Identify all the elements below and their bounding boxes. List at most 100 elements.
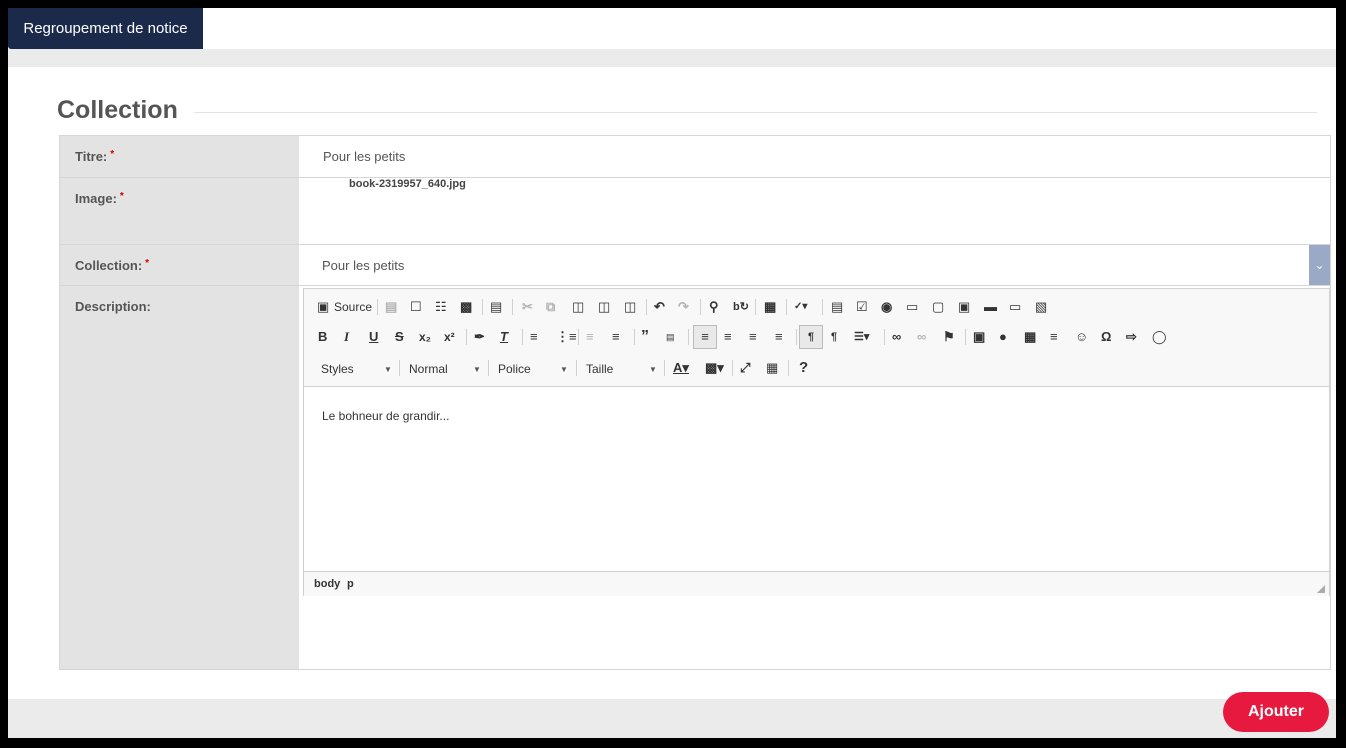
path-p[interactable]: p <box>347 578 354 590</box>
hr-icon[interactable]: ≡ <box>1050 329 1058 345</box>
toolbar-separator <box>488 360 489 376</box>
indent-icon[interactable]: ≡ <box>612 329 620 345</box>
editor-toolbar: ▣ Source ▤ ☐ ☷ ▩ ▤ ✂ ⧉ ◫ ◫ ◫ ↶ ↷ ⚲ b↻ ▦ … <box>304 289 1329 387</box>
resize-handle[interactable] <box>1317 585 1325 593</box>
text-color-icon[interactable]: A▾ <box>673 360 689 376</box>
toolbar-separator <box>688 329 689 345</box>
toolbar-separator <box>634 329 635 345</box>
flash-icon[interactable]: ● <box>999 329 1007 345</box>
smiley-icon[interactable]: ☺ <box>1075 329 1088 345</box>
language-icon[interactable]: ☰▾ <box>854 329 869 345</box>
toolbar-separator <box>786 299 787 315</box>
select-icon[interactable]: ▣ <box>958 299 970 315</box>
copy-icon[interactable]: ⧉ <box>546 299 555 315</box>
collection-form: Titre: * Pour les petits Image: * book-231… <box>59 135 1331 670</box>
preview-icon[interactable]: ☷ <box>435 299 447 315</box>
align-center-icon[interactable]: ≡ <box>724 329 732 345</box>
rtl-icon[interactable]: ¶ <box>831 329 837 345</box>
source-button[interactable]: Source <box>334 299 372 315</box>
replace-icon[interactable]: b↻ <box>733 299 749 315</box>
chevron-down-icon[interactable]: ▼ <box>649 365 657 374</box>
chevron-down-icon[interactable]: ⌄ <box>1309 245 1330 285</box>
titre-input[interactable]: Pour les petits <box>323 149 405 164</box>
justify-icon[interactable]: ≡ <box>775 329 783 345</box>
form-icon[interactable]: ▤ <box>831 299 843 315</box>
show-blocks-icon[interactable]: ▦ <box>766 360 778 376</box>
unlink-icon[interactable]: ∞ <box>917 329 926 345</box>
cut-icon[interactable]: ✂ <box>522 299 533 315</box>
new-page-icon[interactable]: ☐ <box>410 299 422 315</box>
collection-select[interactable]: Pour les petits <box>322 258 404 273</box>
italic-icon[interactable]: I <box>344 329 349 345</box>
bold-icon[interactable]: B <box>318 329 327 345</box>
toolbar-separator <box>664 360 665 376</box>
print-icon[interactable]: ▩ <box>460 299 472 315</box>
numbered-list-icon[interactable]: ≡ <box>530 329 538 345</box>
image-filename[interactable]: book-2319957_640.jpg <box>349 178 466 190</box>
iframe-icon[interactable]: ◯ <box>1152 329 1167 345</box>
special-char-icon[interactable]: Ω <box>1101 329 1111 345</box>
toolbar-separator <box>732 360 733 376</box>
app-window: Regroupement de notice Collection Titre:… <box>8 8 1336 738</box>
hidden-field-icon[interactable]: ▧ <box>1035 299 1047 315</box>
source-icon[interactable]: ▣ <box>317 299 329 315</box>
collection-label: Collection: * <box>75 258 150 273</box>
toolbar-separator <box>399 360 400 376</box>
image-icon[interactable]: ▣ <box>973 329 985 345</box>
bulleted-list-icon[interactable]: ⋮≡ <box>556 329 577 345</box>
subscript-icon[interactable]: x₂ <box>419 329 431 345</box>
ltr-icon[interactable]: ¶ <box>799 325 823 349</box>
chevron-down-icon[interactable]: ▼ <box>560 365 568 374</box>
styles-combo[interactable]: Styles <box>321 362 354 376</box>
chevron-down-icon[interactable]: ▼ <box>384 365 392 374</box>
button-icon[interactable]: ▬ <box>984 299 997 315</box>
size-combo[interactable]: Taille <box>586 362 613 376</box>
undo-icon[interactable]: ↶ <box>654 299 665 315</box>
image-button-icon[interactable]: ▭ <box>1009 299 1021 315</box>
div-icon[interactable]: ▤ <box>666 329 675 345</box>
anchor-icon[interactable]: ⚑ <box>943 329 955 345</box>
remove-format-icon[interactable]: T <box>500 329 508 345</box>
paste-word-icon[interactable]: ◫ <box>624 299 636 315</box>
page-break-icon[interactable]: ⇨ <box>1126 329 1137 345</box>
textarea-icon[interactable]: ▢ <box>932 299 944 315</box>
toolbar-separator <box>965 329 966 345</box>
add-button[interactable]: Ajouter <box>1223 692 1329 732</box>
toolbar-separator <box>755 299 756 315</box>
paste-icon[interactable]: ◫ <box>572 299 584 315</box>
path-body[interactable]: body <box>314 578 340 590</box>
blockquote-icon[interactable]: ” <box>641 329 649 345</box>
textfield-icon[interactable]: ▭ <box>906 299 918 315</box>
paste-text-icon[interactable]: ◫ <box>598 299 610 315</box>
radio-icon[interactable]: ◉ <box>881 299 892 315</box>
toolbar-separator <box>788 360 789 376</box>
underline-icon[interactable]: U <box>369 329 378 345</box>
checkbox-icon[interactable]: ☑ <box>856 299 868 315</box>
bg-color-icon[interactable]: ▩▾ <box>705 360 724 376</box>
find-icon[interactable]: ⚲ <box>709 299 719 315</box>
strike-icon[interactable]: S <box>395 329 404 345</box>
section-title: Collection <box>57 96 178 124</box>
row-divider <box>60 285 1330 286</box>
redo-icon[interactable]: ↷ <box>678 299 689 315</box>
copy-format-icon[interactable]: ✒ <box>474 329 485 345</box>
editor-content[interactable]: Le bohneur de grandir... <box>322 409 449 423</box>
format-combo[interactable]: Normal <box>409 362 448 376</box>
toolbar-separator <box>466 329 467 345</box>
templates-icon[interactable]: ▤ <box>490 299 502 315</box>
outdent-icon[interactable]: ≡ <box>586 329 594 345</box>
select-all-icon[interactable]: ▦ <box>764 299 776 315</box>
save-icon[interactable]: ▤ <box>385 299 397 315</box>
help-icon[interactable]: ? <box>799 360 808 376</box>
chevron-down-icon[interactable]: ▼ <box>473 365 481 374</box>
table-icon[interactable]: ▦ <box>1024 329 1036 345</box>
maximize-icon[interactable]: ⤢ <box>740 360 750 376</box>
align-right-icon[interactable]: ≡ <box>749 329 757 345</box>
tab-regroupement-de-notice[interactable]: Regroupement de notice <box>8 8 203 49</box>
toolbar-separator <box>822 299 823 315</box>
superscript-icon[interactable]: x² <box>444 329 455 345</box>
font-combo[interactable]: Police <box>498 362 531 376</box>
align-left-icon[interactable]: ≡ <box>693 325 717 349</box>
spellcheck-icon[interactable]: ✓▾ <box>794 299 807 315</box>
link-icon[interactable]: ∞ <box>892 329 901 345</box>
